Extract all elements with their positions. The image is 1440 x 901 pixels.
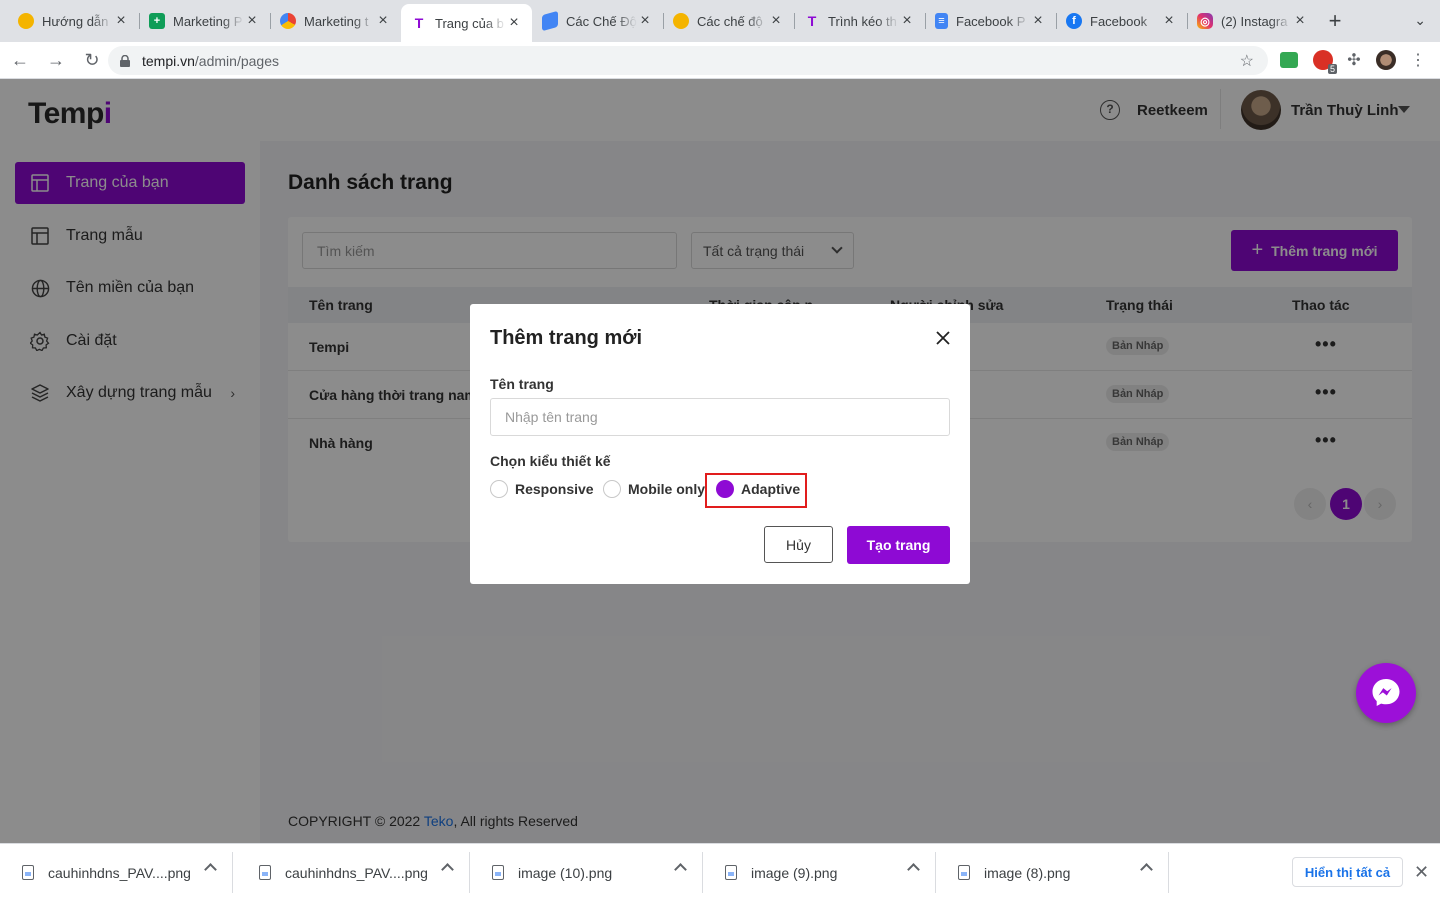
download-filename: image (10).png — [518, 864, 613, 881]
divider — [1168, 852, 1169, 893]
browser-tab[interactable]: ≡ Facebook P × — [925, 4, 1056, 38]
radio-responsive[interactable]: Responsive — [490, 480, 594, 498]
tab-search-icon[interactable]: ⌄ — [1414, 12, 1426, 29]
close-tab-icon[interactable]: × — [899, 12, 915, 30]
chevron-up-icon[interactable] — [204, 863, 217, 876]
download-shelf: cauhinhdns_PAV....png cauhinhdns_PAV....… — [0, 843, 1440, 900]
create-page-button[interactable]: Tạo trang — [847, 526, 950, 564]
image-file-icon — [725, 865, 737, 880]
extension-icon[interactable]: 5 — [1313, 50, 1337, 74]
page-name-label: Tên trang — [490, 376, 554, 392]
download-item[interactable]: cauhinhdns_PAV....png — [237, 844, 470, 901]
close-tab-icon[interactable]: × — [1030, 12, 1046, 30]
colorful-logo-icon — [280, 13, 296, 29]
hand-wave-icon — [18, 13, 34, 29]
download-filename: cauhinhdns_PAV....png — [48, 864, 191, 881]
close-tab-icon[interactable]: × — [113, 12, 129, 30]
browser-tab[interactable]: + Marketing P × — [139, 4, 270, 38]
image-file-icon — [958, 865, 970, 880]
design-type-label: Chọn kiểu thiết kế — [490, 453, 611, 469]
show-all-downloads-button[interactable]: Hiển thị tất cả — [1292, 857, 1403, 887]
browser-tab[interactable]: f Facebook × — [1056, 4, 1187, 38]
messenger-chat-button[interactable] — [1356, 663, 1416, 723]
puzzle-icon[interactable]: ✣ — [1344, 50, 1364, 70]
browser-tab-active[interactable]: T Trang của b × — [401, 4, 532, 42]
instagram-icon: ◎ — [1197, 13, 1213, 29]
extension-icon[interactable] — [1280, 52, 1298, 68]
radio-mobile-only[interactable]: Mobile only — [603, 480, 705, 498]
docs-icon: ≡ — [935, 13, 948, 29]
address-bar[interactable]: tempi.vn/admin/pages ☆ — [108, 46, 1268, 75]
radio-label: Responsive — [515, 481, 594, 497]
image-file-icon — [259, 865, 271, 880]
new-tab-button[interactable]: + — [1318, 4, 1352, 38]
radio-label: Mobile only — [628, 481, 705, 497]
close-tab-icon[interactable]: × — [768, 12, 784, 30]
image-file-icon — [22, 865, 34, 880]
bookmark-star-icon[interactable]: ☆ — [1240, 51, 1254, 71]
download-item[interactable]: image (10).png — [470, 844, 703, 901]
close-tab-icon[interactable]: × — [375, 12, 391, 30]
browser-toolbar: ← → ↻ tempi.vn/admin/pages ☆ 5 ✣ ⋮ — [0, 42, 1440, 79]
sheets-icon: + — [149, 13, 165, 29]
download-item[interactable]: cauhinhdns_PAV....png — [0, 844, 233, 901]
close-tab-icon[interactable]: × — [506, 14, 522, 32]
page-name-input[interactable]: Nhập tên trang — [490, 398, 950, 436]
browser-tab[interactable]: T Trình kéo th × — [794, 4, 925, 38]
download-filename: cauhinhdns_PAV....png — [285, 864, 428, 881]
browser-tab[interactable]: Marketing t × — [270, 4, 401, 38]
url-text: tempi.vn/admin/pages — [142, 52, 279, 69]
radio-circle[interactable] — [603, 480, 621, 498]
extension-badge: 5 — [1327, 64, 1337, 74]
tempi-t-icon: T — [414, 15, 424, 31]
stack-icon — [542, 10, 558, 32]
messenger-icon — [1372, 679, 1400, 706]
download-item[interactable]: image (8).png — [936, 844, 1169, 901]
facebook-icon: f — [1066, 13, 1082, 29]
forward-arrow-icon[interactable]: → — [40, 50, 72, 71]
radio-circle[interactable] — [490, 480, 508, 498]
add-page-dialog: Thêm trang mới Tên trang Nhập tên trang … — [470, 304, 970, 584]
close-icon[interactable]: ✕ — [1414, 862, 1429, 883]
browser-tab-strip: Hướng dẫn × + Marketing P × Marketing t × TT… — [0, 0, 1440, 42]
close-tab-icon[interactable]: × — [1161, 12, 1177, 30]
chevron-up-icon[interactable] — [907, 863, 920, 876]
browser-tab[interactable]: Hướng dẫn × — [8, 4, 139, 38]
back-arrow-icon[interactable]: ← — [4, 50, 36, 71]
download-item[interactable]: image (9).png — [703, 844, 936, 901]
chevron-up-icon[interactable] — [674, 863, 687, 876]
close-tab-icon[interactable]: × — [244, 12, 260, 30]
browser-tab[interactable]: ◎ (2) Instagra × — [1187, 4, 1318, 38]
divider — [232, 852, 233, 893]
browser-tab[interactable]: Các Chế Độ × — [532, 4, 663, 38]
chevron-up-icon[interactable] — [1140, 863, 1153, 876]
close-tab-icon[interactable]: × — [637, 12, 653, 30]
close-tab-icon[interactable]: × — [1292, 12, 1308, 30]
chevron-up-icon[interactable] — [441, 863, 454, 876]
browser-tab[interactable]: Các chế độ × — [663, 4, 794, 38]
kebab-menu-icon[interactable]: ⋮ — [1408, 50, 1428, 70]
annotation-highlight-box — [705, 473, 807, 508]
cancel-button[interactable]: Hủy — [764, 526, 833, 563]
profile-avatar[interactable] — [1376, 50, 1396, 70]
reload-icon[interactable]: ↻ — [76, 50, 108, 71]
download-filename: image (8).png — [984, 864, 1071, 881]
hand-wave-icon — [673, 13, 689, 29]
image-file-icon — [492, 865, 504, 880]
close-icon[interactable] — [935, 330, 951, 346]
download-filename: image (9).png — [751, 864, 838, 881]
tempi-t-icon: T — [807, 13, 817, 29]
dialog-title: Thêm trang mới — [490, 327, 643, 349]
lock-icon — [120, 54, 130, 67]
